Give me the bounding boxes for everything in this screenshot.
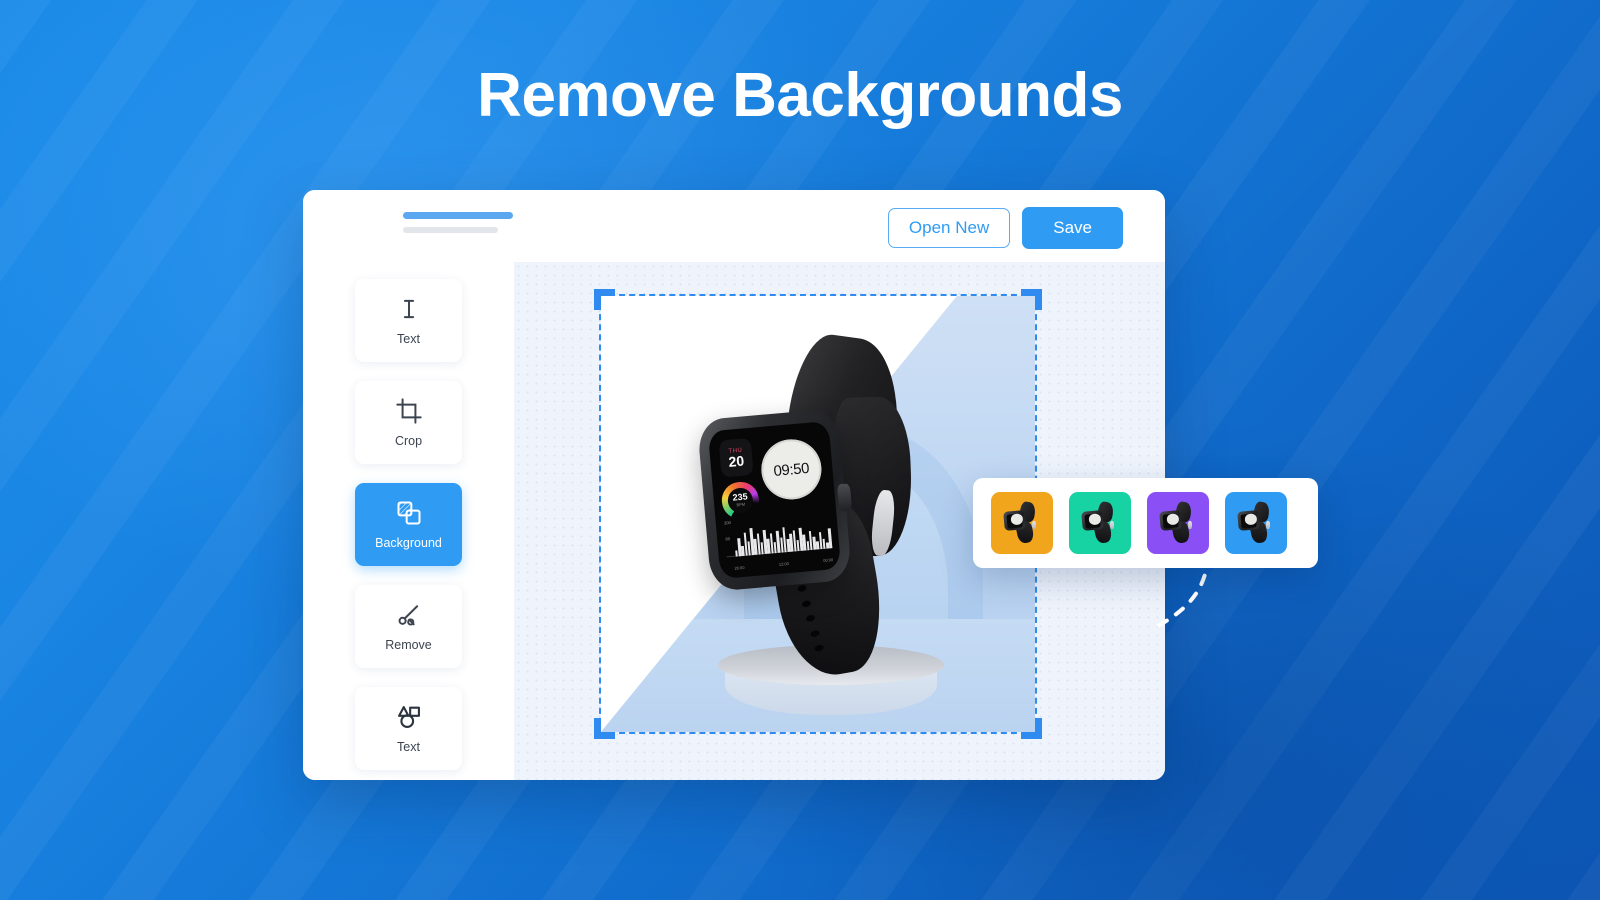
swatch-watch-thumbnail xyxy=(1078,500,1122,545)
swatch-watch-thumbnail xyxy=(1234,500,1278,545)
sidebar-tool-remove[interactable]: Remove xyxy=(355,585,462,668)
titlebar-placeholder-bars xyxy=(403,212,513,233)
image-selection-frame[interactable]: THU 20 09:50 235 BPM 200 80 26:00 12:00 … xyxy=(594,289,1042,739)
text-cursor-icon xyxy=(403,299,414,319)
sidebar-tool-label: Background xyxy=(375,536,442,550)
page-title: Remove Backgrounds xyxy=(0,60,1600,131)
swatch-purple[interactable] xyxy=(1147,492,1209,554)
placeholder-bar-blue xyxy=(403,212,513,219)
page-title-rest: Backgrounds xyxy=(715,61,1123,130)
selection-handle-top-left[interactable] xyxy=(594,289,615,310)
sidebar-tool-label: Remove xyxy=(385,638,432,652)
layers-icon xyxy=(397,501,420,525)
swatch-green[interactable] xyxy=(1069,492,1131,554)
open-new-button[interactable]: Open New xyxy=(887,208,1011,249)
crop-icon xyxy=(395,398,422,424)
page-title-highlight: Remove xyxy=(473,60,720,131)
sidebar-tool-label: Text xyxy=(397,740,420,754)
swatch-blue[interactable] xyxy=(1225,492,1287,554)
scissors-icon xyxy=(398,605,418,626)
sidebar-tool-crop[interactable]: Crop xyxy=(355,381,462,464)
swatch-watch-thumbnail xyxy=(1000,500,1044,545)
selection-handle-top-right[interactable] xyxy=(1021,289,1042,310)
sidebar-tool-text-cursor[interactable]: Text xyxy=(355,279,462,362)
selection-border xyxy=(599,294,1037,734)
shapes-icon xyxy=(397,706,420,728)
swatch-watch-thumbnail xyxy=(1156,500,1200,545)
tool-sidebar: Text Crop Background Remove Text xyxy=(303,262,514,780)
app-titlebar: Open New Save xyxy=(303,190,1165,262)
save-button[interactable]: Save xyxy=(1022,207,1123,250)
sidebar-tool-label: Crop xyxy=(394,434,423,448)
placeholder-bar-gray xyxy=(403,227,498,233)
selection-handle-bottom-right[interactable] xyxy=(1021,718,1042,739)
sidebar-tool-shapes[interactable]: Text xyxy=(355,687,462,770)
sidebar-tool-label: Text xyxy=(397,332,420,346)
swatch-orange[interactable] xyxy=(991,492,1053,554)
selection-handle-bottom-left[interactable] xyxy=(594,718,615,739)
titlebar-actions: Open New Save xyxy=(887,207,1123,250)
background-color-swatch-panel xyxy=(973,478,1318,568)
page-title-highlight-text: Remove xyxy=(477,61,716,130)
sidebar-tool-background[interactable]: Background xyxy=(355,483,462,566)
